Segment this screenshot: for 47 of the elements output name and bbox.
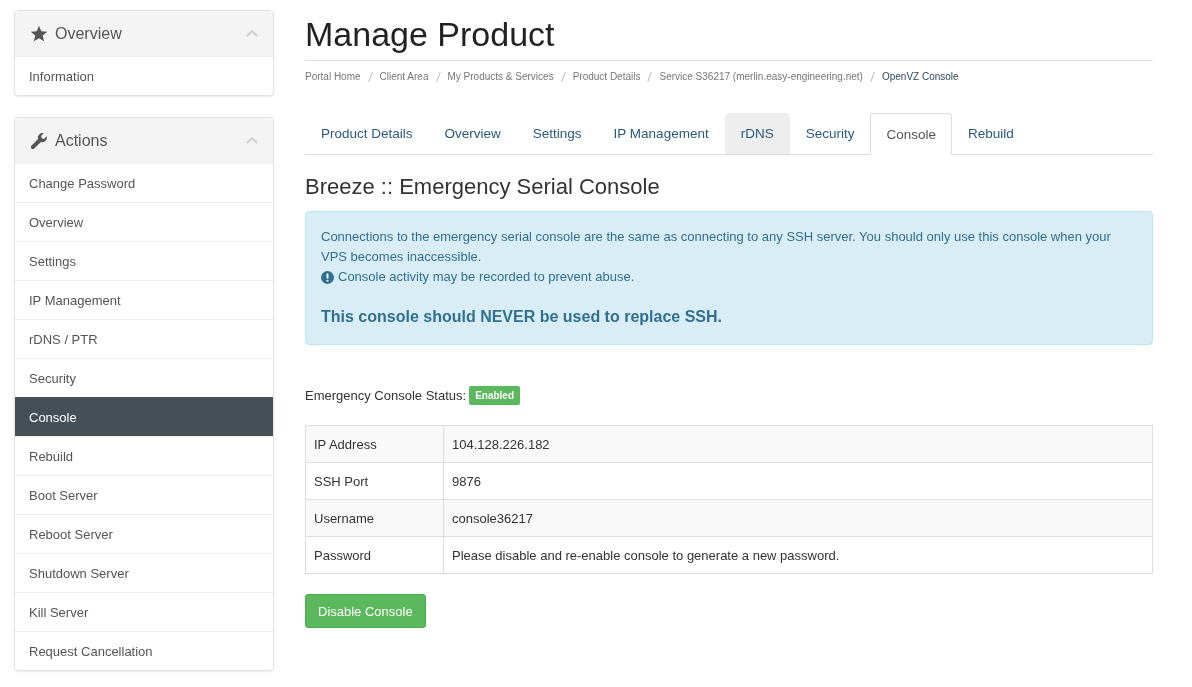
sidebar-item[interactable]: Rebuild: [15, 436, 273, 475]
sidebar-item[interactable]: Kill Server: [15, 592, 273, 631]
status-label: Emergency Console Status:: [305, 387, 467, 403]
tab[interactable]: Console: [870, 113, 952, 155]
tab[interactable]: Security: [789, 113, 871, 154]
section-heading: Breeze :: Emergency Serial Console: [305, 173, 661, 201]
alert-warning: This console should NEVER be used to replace SSH.: [321, 307, 723, 327]
breadcrumb-link[interactable]: Portal Home: [305, 70, 361, 84]
sidebar-item[interactable]: Overview: [15, 202, 273, 241]
table-cell: console36217: [443, 499, 1153, 537]
tab[interactable]: Settings: [516, 113, 598, 154]
sidebar-item[interactable]: Boot Server: [15, 475, 273, 514]
tab[interactable]: Rebuild: [951, 113, 1030, 154]
table-cell: SSH Port: [305, 462, 444, 500]
status-badge: Enabled: [469, 385, 521, 405]
table-cell: Please disable and re-enable console to generate a new password.: [443, 536, 1153, 574]
panel-title: Actions: [55, 131, 109, 150]
tab[interactable]: IP Management: [597, 113, 725, 154]
breadcrumb-current: OpenVZ Console: [881, 70, 959, 84]
table-cell: 9876: [443, 462, 1153, 500]
sidebar-item[interactable]: IP Management: [15, 280, 273, 319]
breadcrumb-link[interactable]: My Products & Services: [447, 70, 554, 84]
page-title: Manage Product: [305, 14, 1153, 61]
breadcrumb-link[interactable]: Client Area: [379, 70, 429, 84]
sidebar-item[interactable]: Settings: [15, 241, 273, 280]
tab[interactable]: rDNS: [724, 113, 790, 154]
panel-title: Overview: [55, 24, 123, 43]
sidebar-item[interactable]: rDNS / PTR: [15, 319, 273, 358]
exclamation-icon: [321, 270, 334, 284]
sidebar-item[interactable]: Information: [15, 56, 273, 95]
table-cell: Username: [305, 499, 444, 537]
star-icon: [30, 24, 48, 43]
table-cell: Password: [305, 536, 444, 574]
tab[interactable]: Product Details: [305, 113, 429, 154]
breadcrumb-link[interactable]: Product Details: [572, 70, 641, 84]
alert-message: Connections to the emergency serial console are the same as connecting to any SSH server. You should only use this console when your VPS becomes inaccessible.: [321, 228, 1112, 266]
sidebar-item[interactable]: Request Cancellation: [15, 631, 273, 670]
breadcrumb-link[interactable]: Service S36217 (merlin.easy-engineering.net): [659, 70, 863, 84]
sidebar-item[interactable]: Shutdown Server: [15, 553, 273, 592]
wrench-icon: [30, 131, 48, 150]
sidebar-item[interactable]: Reboot Server: [15, 514, 273, 553]
table-cell: 104.128.226.182: [443, 425, 1153, 463]
sidebar-item[interactable]: Change Password: [15, 163, 273, 202]
tab[interactable]: Overview: [428, 113, 517, 154]
sidebar-item[interactable]: Console: [15, 397, 273, 436]
table-cell: IP Address: [305, 425, 444, 463]
alert-note: Console activity may be recorded to prevent abuse.: [338, 268, 635, 286]
